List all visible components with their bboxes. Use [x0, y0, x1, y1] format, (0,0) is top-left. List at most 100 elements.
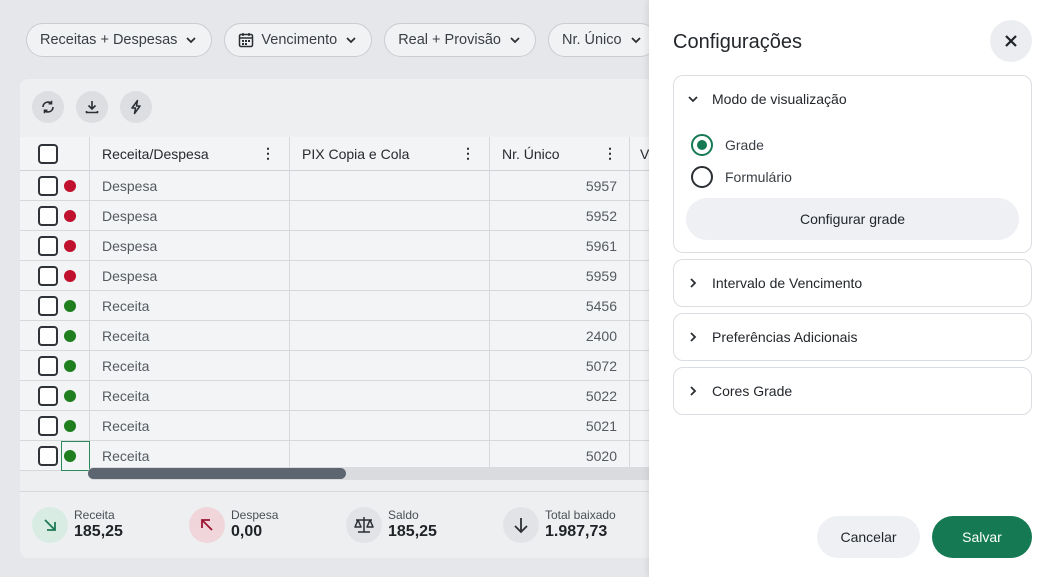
cell-text: 5456: [585, 297, 617, 314]
column-title: Nr. Único: [502, 145, 560, 162]
total-value: 185,25: [388, 522, 437, 540]
horizontal-scrollbar[interactable]: [88, 467, 660, 480]
cell-receita-despesa[interactable]: Receita: [90, 381, 290, 410]
cell-receita-despesa[interactable]: Receita: [90, 411, 290, 440]
column-header-pix[interactable]: PIX Copia e Cola ⋮: [290, 137, 490, 170]
section-preferencias-adicionais[interactable]: Preferências Adicionais: [673, 313, 1032, 361]
actions-button[interactable]: [120, 91, 152, 123]
cell-nr-unico[interactable]: 5952: [490, 201, 630, 230]
settings-drawer: Configurações Modo de visualização Grade…: [649, 0, 1052, 577]
column-header-nr-unico[interactable]: Nr. Único ⋮: [490, 137, 630, 170]
cell-receita-despesa[interactable]: Despesa: [90, 201, 290, 230]
cell-nr-unico[interactable]: 5072: [490, 351, 630, 380]
cell-receita-despesa[interactable]: Receita: [90, 291, 290, 320]
calendar-icon: [239, 33, 254, 48]
download-button[interactable]: [76, 91, 108, 123]
radio-grade[interactable]: Grade: [691, 134, 764, 156]
cell-receita-despesa[interactable]: Despesa: [90, 261, 290, 290]
cell-text: Receita: [102, 357, 150, 374]
row-checkbox[interactable]: [38, 205, 58, 226]
table-row[interactable]: Receita 5072: [20, 351, 660, 381]
radio-circle-selected[interactable]: [691, 134, 713, 156]
cell-receita-despesa[interactable]: Despesa: [90, 231, 290, 260]
cell-nr-unico[interactable]: 5022: [490, 381, 630, 410]
cell-pix[interactable]: [290, 231, 490, 260]
data-grid: Receita/Despesa ⋮ PIX Copia e Cola ⋮ Nr.…: [20, 137, 660, 471]
cell-text: 5961: [585, 237, 617, 254]
radio-formulario[interactable]: Formulário: [691, 166, 792, 188]
table-row[interactable]: Receita 5022: [20, 381, 660, 411]
column-menu-icon[interactable]: ⋮: [603, 145, 617, 162]
chevron-right-icon: [690, 278, 697, 288]
column-menu-icon[interactable]: ⋮: [461, 145, 475, 162]
chevron-down-icon: [510, 37, 520, 44]
section-cores-grade[interactable]: Cores Grade: [673, 367, 1032, 415]
cell-nr-unico[interactable]: 5021: [490, 411, 630, 440]
chevron-down-icon: [630, 37, 641, 44]
grid-body: Despesa 5957 Despesa 5952 Despesa 5961 Despesa…: [20, 171, 660, 471]
cell-receita-despesa[interactable]: Receita: [90, 441, 290, 470]
cell-nr-unico[interactable]: 5957: [490, 171, 630, 200]
filter-nr-unico[interactable]: Nr. Único: [547, 23, 657, 57]
cell-pix[interactable]: [290, 201, 490, 230]
cell-text: Despesa: [102, 207, 158, 224]
table-row[interactable]: Receita 5021: [20, 411, 660, 441]
configure-grid-button[interactable]: Configurar grade: [686, 198, 1019, 240]
radio-circle[interactable]: [691, 166, 713, 188]
table-row[interactable]: Despesa 5952: [20, 201, 660, 231]
table-row[interactable]: Receita 2400: [20, 321, 660, 351]
total-icon-bg: [32, 507, 68, 543]
cell-pix[interactable]: [290, 171, 490, 200]
table-row[interactable]: Despesa 5959: [20, 261, 660, 291]
filter-bar: Receitas + Despesas Vencimento Real + Pr…: [26, 23, 657, 57]
cell-receita-despesa[interactable]: Receita: [90, 321, 290, 350]
table-row[interactable]: Receita 5456: [20, 291, 660, 321]
section-header[interactable]: Intervalo de Vencimento: [674, 260, 1031, 306]
total-receita: Receita 185,25: [32, 492, 189, 558]
section-header-view-mode[interactable]: Modo de visualização: [674, 76, 1031, 122]
cell-nr-unico[interactable]: 5959: [490, 261, 630, 290]
cell-nr-unico[interactable]: 5020: [490, 441, 630, 470]
column-menu-icon[interactable]: ⋮: [261, 145, 275, 162]
cell-text: Receita: [102, 327, 150, 344]
cell-pix[interactable]: [290, 351, 490, 380]
save-button[interactable]: Salvar: [932, 516, 1032, 558]
filter-vencimento[interactable]: Vencimento: [224, 23, 373, 57]
section-header[interactable]: Preferências Adicionais: [674, 314, 1031, 360]
cell-pix[interactable]: [290, 291, 490, 320]
cell-receita-despesa[interactable]: Despesa: [90, 171, 290, 200]
row-checkbox[interactable]: [38, 235, 58, 256]
select-all-checkbox[interactable]: [38, 143, 58, 164]
row-checkbox[interactable]: [38, 415, 58, 436]
cancel-button[interactable]: Cancelar: [817, 516, 920, 558]
bolt-icon: [131, 99, 141, 115]
cell-nr-unico[interactable]: 5456: [490, 291, 630, 320]
scrollbar-thumb[interactable]: [88, 468, 346, 479]
close-button[interactable]: [990, 20, 1032, 62]
section-title: Preferências Adicionais: [712, 329, 858, 345]
row-checkbox[interactable]: [38, 265, 58, 286]
cell-nr-unico[interactable]: 2400: [490, 321, 630, 350]
section-intervalo-vencimento[interactable]: Intervalo de Vencimento: [673, 259, 1032, 307]
row-checkbox[interactable]: [38, 445, 58, 466]
cell-pix[interactable]: [290, 411, 490, 440]
filter-real-provisao[interactable]: Real + Provisão: [384, 23, 536, 57]
cell-pix[interactable]: [290, 321, 490, 350]
table-row[interactable]: Despesa 5961: [20, 231, 660, 261]
cell-pix[interactable]: [290, 381, 490, 410]
row-checkbox[interactable]: [38, 295, 58, 316]
cell-pix[interactable]: [290, 261, 490, 290]
row-checkbox[interactable]: [38, 175, 58, 196]
cell-text: 5022: [585, 387, 617, 404]
row-checkbox[interactable]: [38, 355, 58, 376]
section-header[interactable]: Cores Grade: [674, 368, 1031, 414]
refresh-button[interactable]: [32, 91, 64, 123]
column-header-receita-despesa[interactable]: Receita/Despesa ⋮: [90, 137, 290, 170]
table-row[interactable]: Despesa 5957: [20, 171, 660, 201]
row-checkbox[interactable]: [38, 385, 58, 406]
cell-pix[interactable]: [290, 441, 490, 470]
row-checkbox[interactable]: [38, 325, 58, 346]
cell-nr-unico[interactable]: 5961: [490, 231, 630, 260]
filter-receitas-despesas[interactable]: Receitas + Despesas: [26, 23, 213, 57]
cell-receita-despesa[interactable]: Receita: [90, 351, 290, 380]
